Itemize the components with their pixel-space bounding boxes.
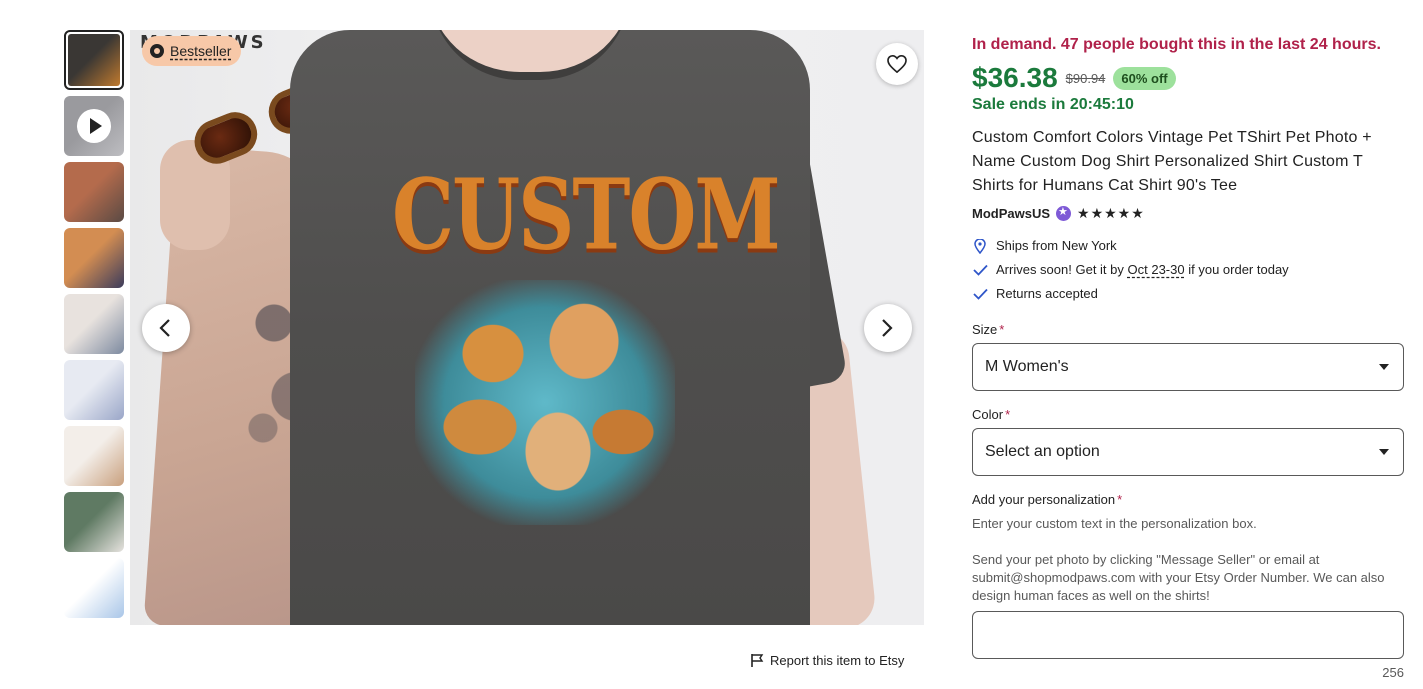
bestseller-badge: Bestseller	[142, 36, 242, 66]
chevron-left-icon	[159, 319, 170, 337]
required-mark: *	[1117, 492, 1123, 507]
play-icon	[77, 109, 111, 143]
listing-title: Custom Comfort Colors Vintage Pet TShirt…	[972, 129, 1372, 194]
rating-stars[interactable]: ★★★★★	[1077, 205, 1145, 222]
gallery-thumbnail[interactable]	[64, 426, 124, 486]
check-icon	[972, 288, 988, 300]
thumbnail-strip	[64, 30, 124, 630]
bestseller-label: Bestseller	[170, 43, 232, 59]
previous-image-button[interactable]	[142, 304, 190, 352]
thumbnail-image	[64, 360, 124, 420]
report-label: Report this item to Etsy	[770, 653, 905, 668]
size-selected-value: M Women's	[985, 358, 1069, 375]
shirt-print-cats	[415, 280, 675, 525]
flag-icon	[751, 654, 764, 667]
arrival-text: Arrives soon! Get it by Oct 23-30 if you…	[996, 258, 1289, 282]
thumbnail-image	[64, 558, 124, 618]
arrival-date[interactable]: Oct 23-30	[1128, 262, 1185, 277]
gallery-thumbnail[interactable]	[64, 30, 124, 90]
arrival-row: Arrives soon! Get it by Oct 23-30 if you…	[972, 258, 1404, 282]
location-pin-icon	[972, 238, 988, 254]
arrival-suffix: if you order today	[1188, 262, 1289, 277]
gallery-thumbnail[interactable]	[64, 294, 124, 354]
sale-countdown: Sale ends in 20:45:10	[972, 96, 1134, 113]
thumbnail-image	[64, 294, 124, 354]
required-mark: *	[1005, 407, 1011, 422]
gallery-thumbnail[interactable]	[64, 492, 124, 552]
thumbnail-image	[64, 492, 124, 552]
color-label-text: Color	[972, 407, 1004, 422]
ships-from-row: Ships from New York	[972, 234, 1404, 258]
thumbnail-image	[64, 426, 124, 486]
personalization-label: Add your personalization *	[972, 492, 1404, 507]
ships-from-text: Ships from New York	[996, 238, 1117, 253]
personalization-textarea[interactable]	[972, 611, 1404, 659]
gallery-thumbnail[interactable]	[64, 558, 124, 618]
color-selected-value: Select an option	[985, 443, 1100, 460]
size-label: Size *	[972, 322, 1404, 337]
gallery-thumbnail[interactable]	[64, 162, 124, 222]
returns-text: Returns accepted	[996, 286, 1098, 301]
shipping-info: Ships from New York Arrives soon! Get it…	[972, 234, 1404, 306]
seller-name[interactable]: ModPawsUS	[972, 206, 1050, 221]
caret-down-icon	[1379, 449, 1389, 455]
chevron-right-icon	[882, 319, 893, 337]
caret-down-icon	[1379, 364, 1389, 370]
sale-price: $36.38	[972, 62, 1058, 93]
report-item-link[interactable]: Report this item to Etsy	[750, 653, 904, 668]
demand-notice: In demand. 47 people bought this in the …	[972, 36, 1381, 53]
listing-panel: In demand. 47 people bought this in the …	[972, 34, 1404, 680]
medal-icon	[150, 44, 164, 58]
heart-icon	[887, 55, 907, 73]
price-row: $36.38 $90.94 60% off	[972, 62, 1404, 94]
gallery-thumbnail[interactable]	[64, 228, 124, 288]
required-mark: *	[999, 322, 1005, 337]
star-seller-icon	[1056, 205, 1072, 221]
color-label: Color *	[972, 407, 1404, 422]
main-product-image[interactable]: CUSTOM MODPAWS	[130, 30, 924, 625]
discount-badge: 60% off	[1113, 66, 1176, 90]
check-icon	[972, 264, 988, 276]
original-price: $90.94	[1065, 70, 1106, 86]
personalization-label-text: Add your personalization	[972, 492, 1116, 507]
gallery-thumbnail[interactable]	[64, 360, 124, 420]
size-label-text: Size	[972, 322, 998, 337]
seller-row: ModPawsUS ★ ★★★★	[972, 205, 1404, 222]
favorite-button[interactable]	[876, 43, 918, 85]
personalization-instructions: Send your pet photo by clicking "Message…	[972, 552, 1385, 603]
character-counter: 256	[1382, 665, 1404, 680]
thumbnail-image	[64, 162, 124, 222]
next-image-button[interactable]	[864, 304, 912, 352]
personalization-hint: Enter your custom text in the personaliz…	[972, 516, 1257, 531]
arrival-prefix: Arrives soon! Get it by	[996, 262, 1124, 277]
shirt-print-text: CUSTOM	[392, 158, 781, 273]
thumbnail-image	[64, 228, 124, 288]
thumbnail-image	[68, 34, 120, 86]
returns-row: Returns accepted	[972, 282, 1404, 306]
size-select[interactable]: M Women's	[972, 343, 1404, 391]
gallery-thumbnail[interactable]	[64, 96, 124, 156]
color-select[interactable]: Select an option	[972, 428, 1404, 476]
